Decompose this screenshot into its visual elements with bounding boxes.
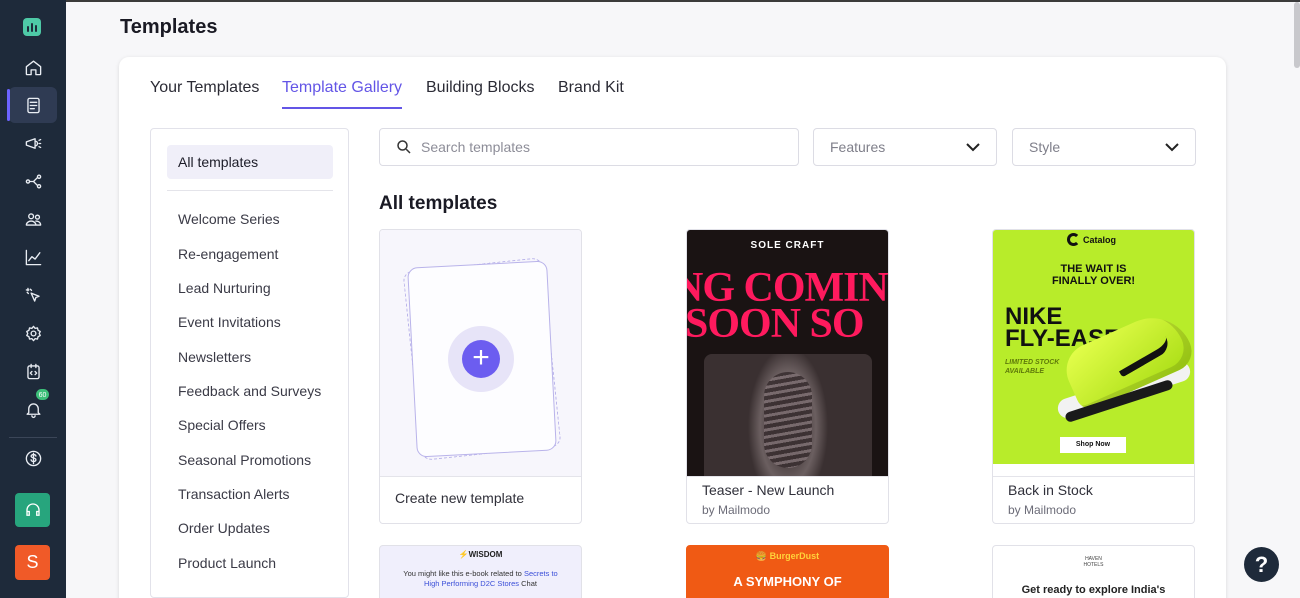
category-item[interactable]: Welcome Series bbox=[178, 211, 280, 227]
template-author: by Mailmodo bbox=[1008, 503, 1077, 517]
top-border bbox=[66, 0, 1300, 2]
sneaker-image bbox=[1045, 305, 1194, 424]
back-in-stock-preview: Catalog THE WAIT IS FINALLY OVER! NIKE FLY… bbox=[993, 230, 1194, 464]
template-card-haven-hotels[interactable]: HAVEN HOTELS Get ready to explore India's bbox=[992, 545, 1195, 598]
search-input[interactable] bbox=[421, 139, 781, 155]
notifications-bell-icon[interactable]: 60 bbox=[9, 388, 57, 427]
teaser-line-2: SOON SO bbox=[687, 301, 865, 347]
template-name: Teaser - New Launch bbox=[702, 482, 835, 498]
style-dropdown[interactable]: Style bbox=[1012, 128, 1196, 166]
features-label: Features bbox=[830, 139, 886, 155]
user-avatar[interactable]: S bbox=[15, 545, 50, 580]
template-author: by Mailmodo bbox=[702, 503, 771, 517]
template-name: Back in Stock bbox=[1008, 482, 1093, 498]
analytics-icon[interactable] bbox=[9, 239, 57, 275]
home-icon[interactable] bbox=[9, 49, 57, 85]
category-item[interactable]: Product Launch bbox=[178, 555, 276, 571]
journeys-icon[interactable] bbox=[9, 163, 57, 199]
audience-icon[interactable] bbox=[9, 201, 57, 237]
teaser-preview: SOLE CRAFT NG COMIN SOON SO bbox=[687, 230, 888, 476]
category-item[interactable]: Lead Nurturing bbox=[178, 280, 271, 296]
catalog-logo: Catalog bbox=[1067, 233, 1116, 246]
templates-icon[interactable] bbox=[7, 87, 57, 123]
template-card-wisdom[interactable]: ⚡WISDOM You might like this e-book relat… bbox=[379, 545, 582, 598]
templates-panel: Your Templates Template Gallery Building… bbox=[119, 57, 1226, 598]
tab-template-gallery[interactable]: Template Gallery bbox=[282, 79, 403, 109]
burgerdust-headline: A SYMPHONY OF bbox=[733, 574, 842, 589]
haven-logo: HAVEN HOTELS bbox=[1083, 556, 1104, 568]
footprint-image bbox=[704, 354, 872, 476]
main-area: Templates Your Templates Template Galler… bbox=[66, 0, 1300, 598]
category-all-templates[interactable]: All templates bbox=[167, 145, 333, 179]
category-item[interactable]: Transaction Alerts bbox=[178, 486, 290, 502]
features-dropdown[interactable]: Features bbox=[813, 128, 997, 166]
rail-divider bbox=[9, 437, 57, 438]
wisdom-logo: ⚡WISDOM bbox=[458, 550, 503, 559]
burgerdust-logo: 🍔 BurgerDust bbox=[755, 551, 820, 561]
page-title: Templates bbox=[120, 16, 218, 38]
chevron-down-icon bbox=[1165, 142, 1179, 151]
category-item[interactable]: Feedback and Surveys bbox=[178, 383, 321, 399]
tab-building-blocks[interactable]: Building Blocks bbox=[426, 79, 535, 107]
create-template-card[interactable]: + Create new template bbox=[379, 229, 582, 524]
template-card-burgerdust[interactable]: 🍔 BurgerDust A SYMPHONY OF bbox=[686, 545, 889, 598]
category-item[interactable]: Event Invitations bbox=[178, 314, 281, 330]
sole-craft-logo: SOLE CRAFT bbox=[750, 240, 825, 251]
haven-headline: Get ready to explore India's bbox=[1021, 584, 1166, 596]
category-item[interactable]: Seasonal Promotions bbox=[178, 452, 311, 468]
plus-icon: + bbox=[462, 340, 500, 378]
chevron-down-icon bbox=[966, 142, 980, 151]
template-card-back-in-stock[interactable]: Catalog THE WAIT IS FINALLY OVER! NIKE FLY… bbox=[992, 229, 1195, 524]
search-icon bbox=[397, 140, 411, 154]
wait-headline: THE WAIT IS FINALLY OVER! bbox=[1051, 263, 1136, 287]
create-template-preview: + bbox=[380, 230, 581, 476]
tab-brand-kit[interactable]: Brand Kit bbox=[558, 79, 624, 107]
category-sidebar: All templates Welcome Series Re-engageme… bbox=[150, 128, 349, 598]
sidebar-divider bbox=[167, 190, 333, 191]
billing-dollar-icon[interactable] bbox=[9, 440, 57, 476]
create-template-label: Create new template bbox=[395, 490, 525, 506]
app-window: 60 S Templates Your Templates Template G… bbox=[0, 0, 1300, 598]
style-label: Style bbox=[1029, 139, 1061, 155]
category-item[interactable]: Re-engagement bbox=[178, 246, 278, 262]
settings-gear-icon[interactable] bbox=[9, 315, 57, 351]
page-scrollbar[interactable] bbox=[1294, 2, 1300, 68]
category-item[interactable]: Order Updates bbox=[178, 520, 270, 536]
support-headset-icon[interactable] bbox=[15, 493, 50, 527]
category-item[interactable]: Newsletters bbox=[178, 349, 251, 365]
notification-count-badge: 60 bbox=[35, 388, 50, 401]
section-title: All templates bbox=[379, 193, 498, 214]
template-card-teaser[interactable]: SOLE CRAFT NG COMIN SOON SO Teaser - New… bbox=[686, 229, 889, 524]
shop-now-button: Shop Now bbox=[1060, 437, 1126, 453]
wisdom-text: You might like this e-book related to Se… bbox=[403, 569, 558, 588]
integrations-icon[interactable] bbox=[9, 353, 57, 389]
help-button[interactable]: ? bbox=[1244, 547, 1279, 582]
tab-your-templates[interactable]: Your Templates bbox=[150, 79, 259, 107]
search-box bbox=[379, 128, 799, 166]
category-item[interactable]: Special Offers bbox=[178, 417, 266, 433]
campaigns-icon[interactable] bbox=[9, 125, 57, 161]
interactive-cursor-icon[interactable] bbox=[9, 277, 57, 313]
nav-rail: 60 S bbox=[0, 0, 66, 598]
app-logo[interactable] bbox=[23, 18, 41, 36]
